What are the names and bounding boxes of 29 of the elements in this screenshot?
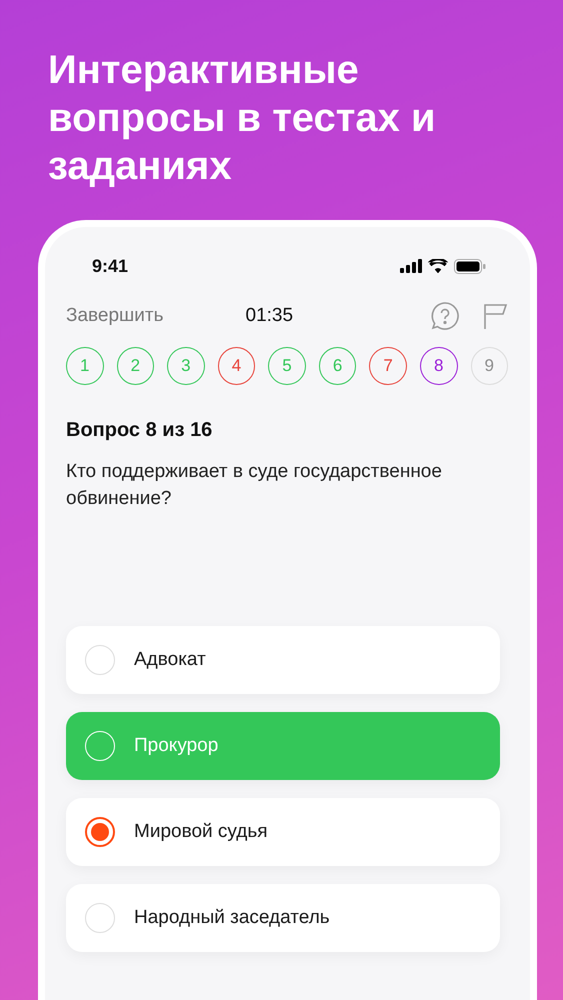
question-number[interactable]: 6 (318, 347, 356, 385)
answer-label: Мировой судья (134, 821, 268, 843)
question-number[interactable]: 2 (116, 347, 154, 385)
question-title: Вопрос 8 из 16 (66, 419, 214, 442)
question-number[interactable]: 4 (218, 347, 256, 385)
wifi-icon (428, 259, 448, 273)
question-number[interactable]: 3 (167, 347, 205, 385)
help-icon[interactable] (430, 301, 460, 331)
flag-icon[interactable] (482, 302, 508, 330)
answer-option[interactable]: Мировой судья (66, 798, 500, 866)
answer-label: Прокурор (134, 735, 218, 757)
signal-icon (400, 259, 422, 273)
answer-label: Народный заседатель (134, 907, 330, 929)
question-number[interactable]: 8 (420, 347, 458, 385)
status-time: 9:41 (92, 256, 128, 276)
answer-option[interactable]: Адвокат (66, 626, 500, 694)
answer-label: Адвокат (134, 649, 206, 671)
question-number[interactable]: 7 (369, 347, 407, 385)
answer-option[interactable]: Прокурор (66, 712, 500, 780)
answer-option[interactable]: Народный заседатель (66, 884, 500, 952)
finish-button[interactable]: Завершить (66, 305, 164, 327)
timer: 01:35 (246, 305, 294, 327)
headline: Интерактивные вопросы в тестах и заданиях (48, 47, 437, 190)
radio-button[interactable] (85, 817, 115, 847)
battery-icon (454, 258, 486, 274)
question-text: Кто поддерживает в суде государственное обвинение? (66, 460, 443, 511)
question-number[interactable]: 1 (66, 347, 104, 385)
question-number[interactable]: 5 (268, 347, 306, 385)
question-number[interactable]: 9 (470, 347, 508, 385)
